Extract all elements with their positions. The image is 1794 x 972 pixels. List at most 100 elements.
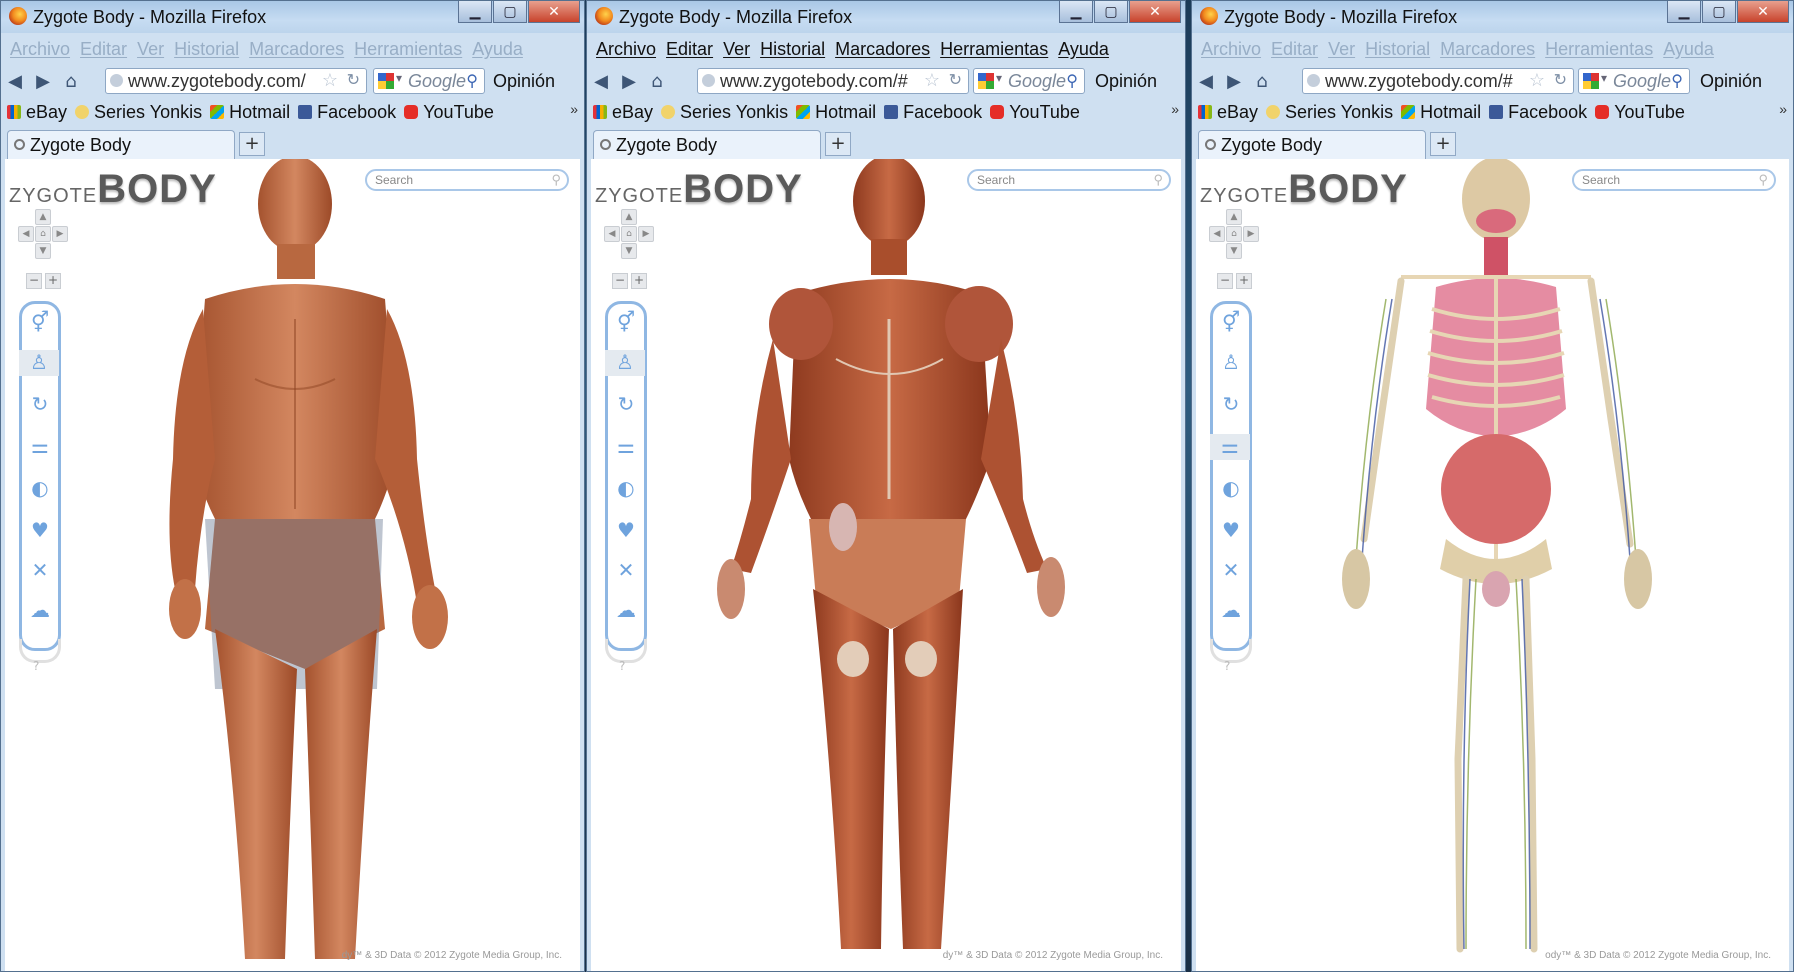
bookmark-series-yonkis[interactable]: Series Yonkis bbox=[1266, 102, 1393, 123]
title-bar[interactable]: Zygote Body - Mozilla Firefox ▁ ▢ ✕ bbox=[1, 1, 584, 33]
muscle-body-model[interactable] bbox=[591, 159, 1181, 971]
bookmarks-overflow-button[interactable]: » bbox=[1171, 101, 1179, 117]
home-icon[interactable]: ⌂ bbox=[57, 71, 85, 92]
search-engine-label: Google bbox=[1008, 70, 1067, 91]
page-viewport[interactable]: ZYGOTEBODY Search ⚲ ▲ ◀ ⌂ ▶ ▼ − + ⚥ ♙ ↻ … bbox=[591, 159, 1181, 971]
menu-archivo[interactable]: Archivo bbox=[596, 39, 656, 60]
url-bar[interactable]: www.zygotebody.com/# ☆ ↻ bbox=[697, 68, 969, 94]
bookmark-youtube[interactable]: YouTube bbox=[404, 102, 494, 123]
menu-marcadores[interactable]: Marcadores bbox=[249, 39, 344, 60]
menu-marcadores[interactable]: Marcadores bbox=[1440, 39, 1535, 60]
bookmark-youtube[interactable]: YouTube bbox=[990, 102, 1080, 123]
bookmark-series-yonkis[interactable]: Series Yonkis bbox=[75, 102, 202, 123]
new-tab-button[interactable]: + bbox=[239, 132, 265, 156]
reload-icon[interactable]: ↻ bbox=[347, 70, 360, 90]
web-search-box[interactable]: ▾ Google ⚲ bbox=[1578, 68, 1690, 94]
engine-dropdown-icon[interactable]: ▾ bbox=[996, 71, 1002, 85]
menu-editar[interactable]: Editar bbox=[80, 39, 127, 60]
bookmark-ebay[interactable]: eBay bbox=[7, 102, 67, 123]
site-identity-icon[interactable] bbox=[702, 74, 715, 87]
bookmark-hotmail[interactable]: Hotmail bbox=[796, 102, 876, 123]
forward-icon[interactable]: ▶ bbox=[29, 71, 57, 92]
new-tab-button[interactable]: + bbox=[1430, 132, 1456, 156]
menu-archivo[interactable]: Archivo bbox=[10, 39, 70, 60]
tab-zygote-body[interactable]: Zygote Body bbox=[593, 130, 821, 159]
menu-editar[interactable]: Editar bbox=[1271, 39, 1318, 60]
title-bar[interactable]: Zygote Body - Mozilla Firefox ▁ ▢ ✕ bbox=[1192, 1, 1793, 33]
page-viewport[interactable]: ZYGOTEBODY Search ⚲ ▲ ◀ ⌂ ▶ ▼ − + ⚥ ♙ ↻ … bbox=[1196, 159, 1789, 971]
menu-historial[interactable]: Historial bbox=[174, 39, 239, 60]
site-identity-icon[interactable] bbox=[1307, 74, 1320, 87]
reload-icon[interactable]: ↻ bbox=[1554, 70, 1567, 90]
menu-ayuda[interactable]: Ayuda bbox=[1663, 39, 1714, 60]
search-icon[interactable]: ⚲ bbox=[466, 71, 478, 91]
web-search-box[interactable]: ▾ Google ⚲ bbox=[373, 68, 485, 94]
title-bar[interactable]: Zygote Body - Mozilla Firefox ▁ ▢ ✕ bbox=[587, 1, 1185, 33]
web-search-box[interactable]: ▾ Google ⚲ bbox=[973, 68, 1085, 94]
bookmark-facebook[interactable]: Facebook bbox=[884, 102, 982, 123]
browser-window-3: Zygote Body - Mozilla Firefox ▁ ▢ ✕ Arch… bbox=[1191, 0, 1794, 972]
skeleton-organs-model[interactable] bbox=[1196, 159, 1789, 971]
close-button[interactable]: ✕ bbox=[528, 1, 580, 23]
bookmark-series-yonkis[interactable]: Series Yonkis bbox=[661, 102, 788, 123]
maximize-button[interactable]: ▢ bbox=[1702, 1, 1736, 23]
bookmark-hotmail[interactable]: Hotmail bbox=[1401, 102, 1481, 123]
site-identity-icon[interactable] bbox=[110, 74, 123, 87]
new-tab-button[interactable]: + bbox=[825, 132, 851, 156]
youtube-icon bbox=[404, 105, 419, 119]
bookmark-youtube[interactable]: YouTube bbox=[1595, 102, 1685, 123]
bookmark-ebay[interactable]: eBay bbox=[593, 102, 653, 123]
maximize-button[interactable]: ▢ bbox=[1094, 1, 1128, 23]
maximize-button[interactable]: ▢ bbox=[493, 1, 527, 23]
url-bar[interactable]: www.zygotebody.com/ ☆ ↻ bbox=[105, 68, 367, 94]
menu-historial[interactable]: Historial bbox=[1365, 39, 1430, 60]
bookmarks-overflow-button[interactable]: » bbox=[570, 101, 578, 117]
minimize-button[interactable]: ▁ bbox=[1059, 1, 1093, 23]
bookmark-star-icon[interactable]: ☆ bbox=[1529, 70, 1545, 91]
menu-editar[interactable]: Editar bbox=[666, 39, 713, 60]
bookmark-hotmail[interactable]: Hotmail bbox=[210, 102, 290, 123]
menu-ayuda[interactable]: Ayuda bbox=[1058, 39, 1109, 60]
menu-historial[interactable]: Historial bbox=[760, 39, 825, 60]
menu-ver[interactable]: Ver bbox=[1328, 39, 1355, 60]
minimize-button[interactable]: ▁ bbox=[1667, 1, 1701, 23]
menu-ver[interactable]: Ver bbox=[723, 39, 750, 60]
menu-archivo[interactable]: Archivo bbox=[1201, 39, 1261, 60]
menu-ayuda[interactable]: Ayuda bbox=[472, 39, 523, 60]
bookmark-facebook[interactable]: Facebook bbox=[1489, 102, 1587, 123]
feedback-button[interactable]: Opinión bbox=[1700, 71, 1762, 92]
minimize-button[interactable]: ▁ bbox=[458, 1, 492, 23]
feedback-button[interactable]: Opinión bbox=[1095, 71, 1157, 92]
menu-ver[interactable]: Ver bbox=[137, 39, 164, 60]
page-viewport[interactable]: ZYGOTEBODY Search ⚲ ▲ ◀ ⌂ ▶ ▼ − + ⚥ ♙ ↻ … bbox=[5, 159, 580, 971]
back-icon[interactable]: ◀ bbox=[587, 71, 615, 92]
bookmark-facebook[interactable]: Facebook bbox=[298, 102, 396, 123]
menu-herramientas[interactable]: Herramientas bbox=[940, 39, 1048, 60]
tab-zygote-body[interactable]: Zygote Body bbox=[7, 130, 235, 159]
back-icon[interactable]: ◀ bbox=[1192, 71, 1220, 92]
hotmail-icon bbox=[1401, 105, 1416, 119]
engine-dropdown-icon[interactable]: ▾ bbox=[396, 71, 402, 85]
forward-icon[interactable]: ▶ bbox=[615, 71, 643, 92]
feedback-button[interactable]: Opinión bbox=[493, 71, 555, 92]
search-icon[interactable]: ⚲ bbox=[1671, 71, 1683, 91]
forward-icon[interactable]: ▶ bbox=[1220, 71, 1248, 92]
bookmark-ebay[interactable]: eBay bbox=[1198, 102, 1258, 123]
close-button[interactable]: ✕ bbox=[1737, 1, 1789, 23]
engine-dropdown-icon[interactable]: ▾ bbox=[1601, 71, 1607, 85]
reload-icon[interactable]: ↻ bbox=[949, 70, 962, 90]
back-icon[interactable]: ◀ bbox=[1, 71, 29, 92]
skin-body-model[interactable] bbox=[5, 159, 580, 971]
tab-zygote-body[interactable]: Zygote Body bbox=[1198, 130, 1426, 159]
url-bar[interactable]: www.zygotebody.com/# ☆ ↻ bbox=[1302, 68, 1574, 94]
close-button[interactable]: ✕ bbox=[1129, 1, 1181, 23]
bookmark-star-icon[interactable]: ☆ bbox=[924, 70, 940, 91]
home-icon[interactable]: ⌂ bbox=[1248, 71, 1276, 92]
bookmarks-overflow-button[interactable]: » bbox=[1779, 101, 1787, 117]
bookmark-star-icon[interactable]: ☆ bbox=[322, 70, 338, 91]
menu-marcadores[interactable]: Marcadores bbox=[835, 39, 930, 60]
home-icon[interactable]: ⌂ bbox=[643, 71, 671, 92]
search-icon[interactable]: ⚲ bbox=[1066, 71, 1078, 91]
menu-herramientas[interactable]: Herramientas bbox=[354, 39, 462, 60]
menu-herramientas[interactable]: Herramientas bbox=[1545, 39, 1653, 60]
